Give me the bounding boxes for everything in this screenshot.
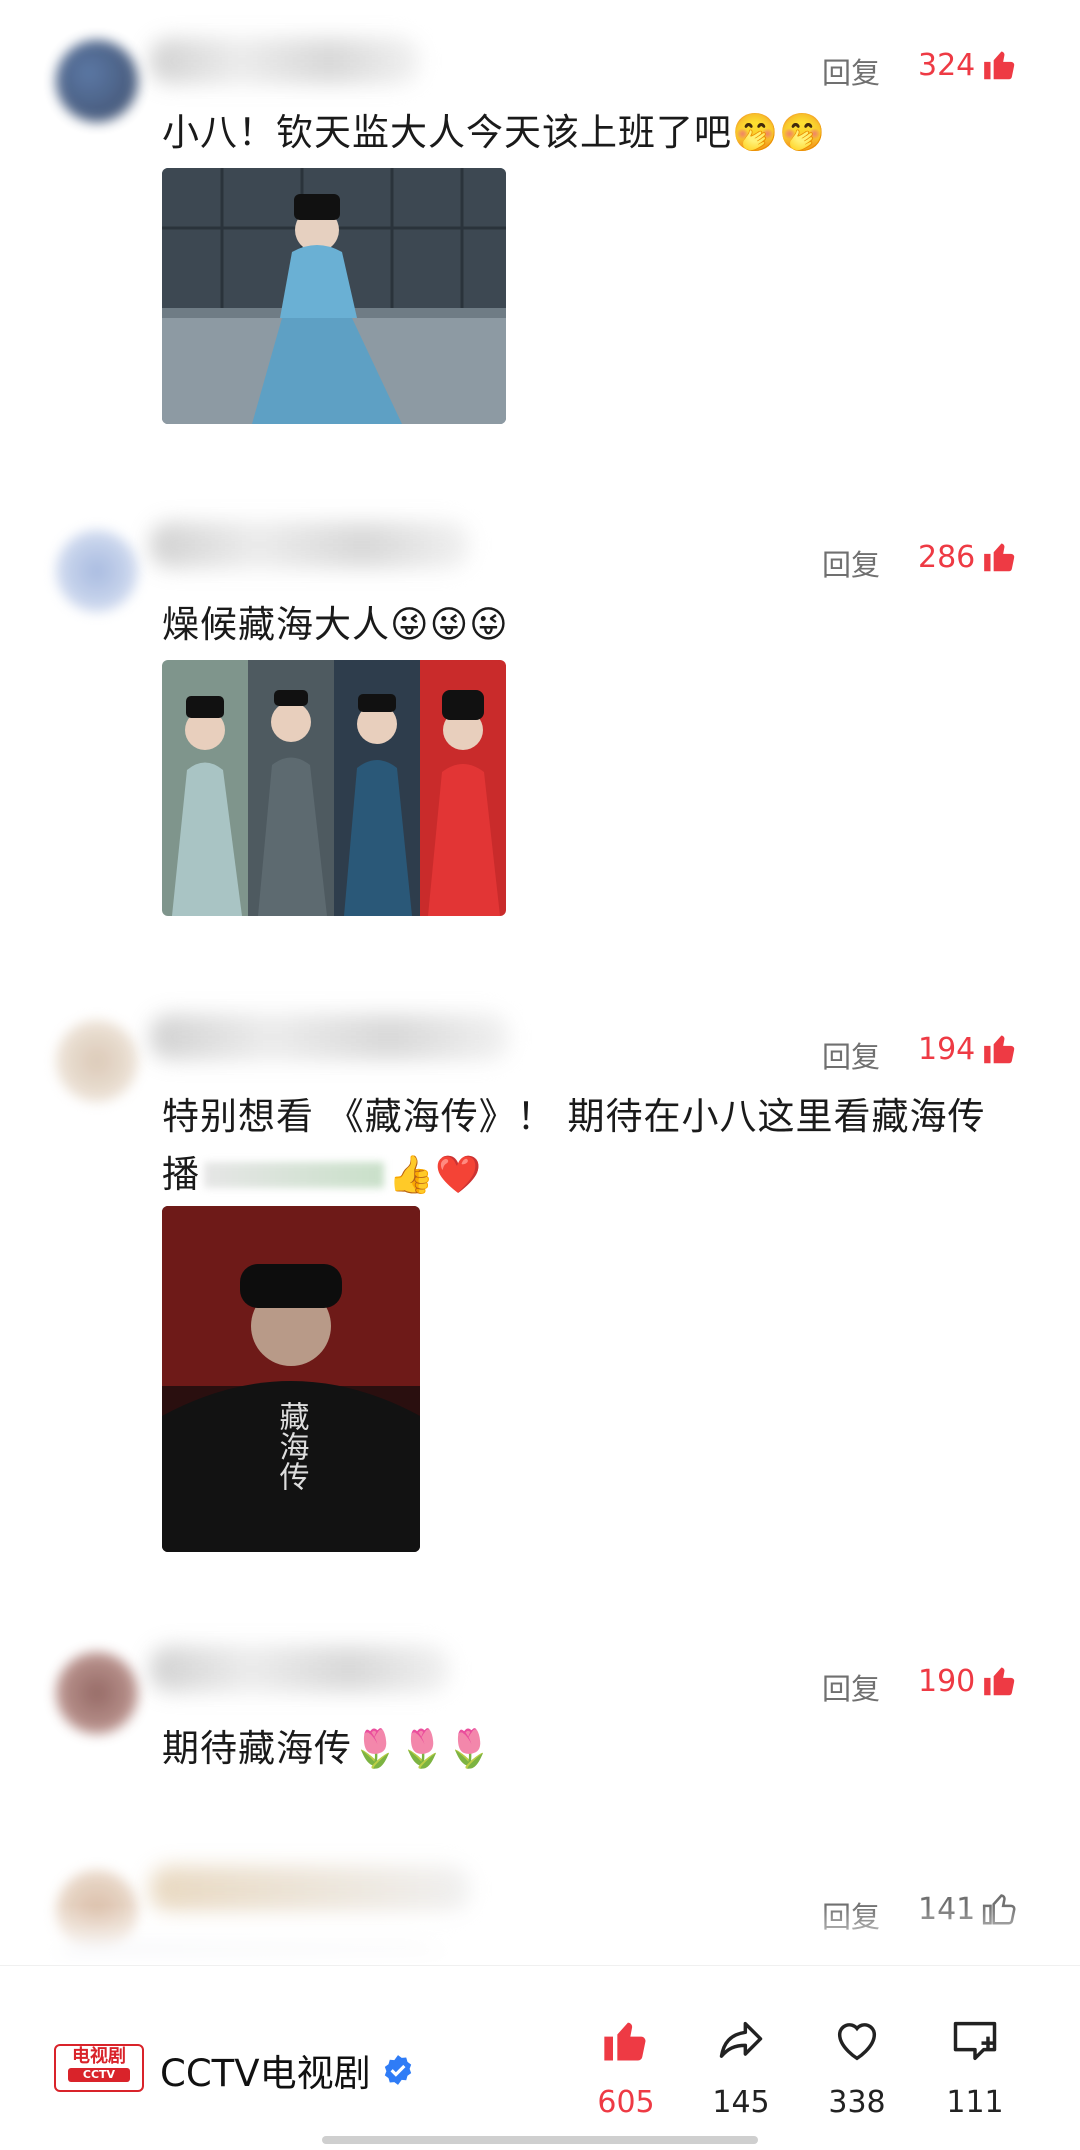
like-count: 194 (918, 1031, 976, 1067)
avatar[interactable] (56, 1652, 138, 1734)
logo-text: 电视剧 (72, 2046, 126, 2067)
heart-icon (837, 2023, 877, 2061)
like-button[interactable]: 324 (918, 46, 1019, 84)
like-count: 324 (918, 47, 976, 83)
channel-name: CCTV电视剧 (160, 2052, 371, 2095)
verified-icon (384, 2055, 411, 2085)
thumb-up-icon (984, 543, 1015, 572)
like-action[interactable]: 605 (576, 2015, 676, 2120)
like-button[interactable]: 194 (918, 1030, 1019, 1068)
comment-text: 燥候藏海大人😜😜😜 (162, 603, 509, 646)
like-count: 605 (597, 2085, 655, 2120)
like-button[interactable]: 286 (918, 538, 1019, 576)
comment-action[interactable]: 111 (925, 2015, 1025, 2120)
logo-subtext: CCTV (68, 2068, 130, 2082)
home-indicator[interactable] (322, 2136, 758, 2144)
comment-count: 111 (946, 2085, 1004, 2120)
share-count: 145 (712, 2085, 770, 2120)
channel-logo[interactable]: 电视剧 CCTV (54, 2044, 144, 2092)
thumb-up-icon (984, 51, 1015, 80)
comment-text-line2: 播 👍❤️ (162, 1146, 1020, 1203)
username-blurred (150, 1646, 450, 1692)
comment-text: 特别想看 《藏海传》！ 期待在小八这里看藏海传 (162, 1095, 986, 1138)
reply-button[interactable]: 回复 (822, 1666, 880, 1708)
reply-button[interactable]: 回复 (822, 542, 880, 584)
comment-text: 期待藏海传🌷🌷🌷 (162, 1727, 494, 1770)
text-blurred (204, 1161, 384, 1188)
comment-image[interactable] (162, 168, 506, 424)
comment-image[interactable]: 藏海传 (162, 1206, 420, 1552)
avatar[interactable] (56, 530, 138, 612)
like-button[interactable]: 190 (918, 1662, 1019, 1700)
favorite-action[interactable]: 338 (807, 2015, 907, 2120)
thumb-up-icon (984, 1667, 1015, 1696)
avatar[interactable] (56, 1020, 138, 1102)
share-action[interactable]: 145 (691, 2015, 791, 2120)
poster-title: 藏海传 (274, 1401, 310, 1491)
comment-add-icon (953, 2021, 997, 2061)
reply-button[interactable]: 回复 (822, 1034, 880, 1076)
reply-button[interactable]: 回复 (822, 50, 880, 92)
comment-image[interactable] (162, 660, 506, 916)
avatar[interactable] (56, 40, 138, 122)
thumb-up-icon (984, 1035, 1015, 1064)
share-icon (719, 2021, 763, 2058)
favorite-count: 338 (828, 2085, 886, 2120)
username-blurred (150, 1014, 510, 1060)
comment-text-tail: 播 (162, 1153, 200, 1196)
channel-name-row[interactable]: CCTV电视剧 (160, 2043, 415, 2097)
thumb-up-icon (604, 2022, 646, 2061)
like-count: 286 (918, 539, 976, 575)
emoji-group: 👍❤️ (388, 1153, 483, 1196)
like-count: 190 (918, 1663, 976, 1699)
username-blurred (150, 38, 420, 84)
comment-text: 小八！钦天监大人今天该上班了吧🤭🤭 (162, 111, 827, 154)
username-blurred (150, 522, 470, 568)
scroll-fade (0, 1905, 1080, 1965)
